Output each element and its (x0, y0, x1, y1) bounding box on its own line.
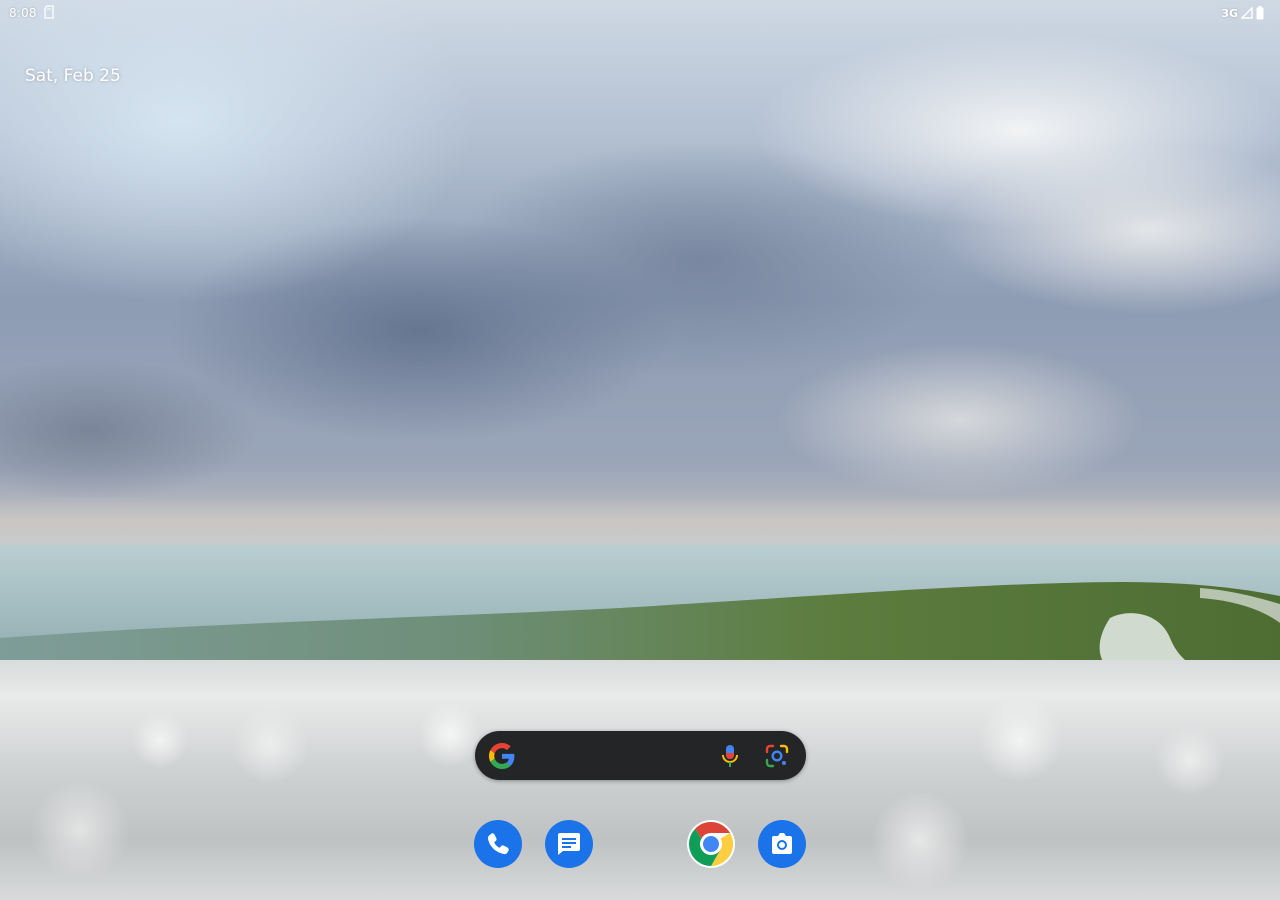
status-icons: 3G (1221, 5, 1264, 21)
camera-icon (758, 820, 806, 868)
battery-icon (1256, 6, 1264, 20)
chrome-app-icon[interactable] (687, 820, 735, 868)
network-type-label: 3G (1221, 6, 1238, 20)
camera-app-icon[interactable] (758, 820, 806, 868)
home-screen: 8:08 3G Sat, Feb 25 (0, 0, 1280, 900)
phone-icon (474, 820, 522, 868)
messages-icon (545, 820, 593, 868)
date-widget[interactable]: Sat, Feb 25 (25, 66, 121, 86)
chrome-icon (687, 820, 735, 868)
google-g-icon (489, 743, 515, 769)
status-bar: 8:08 3G (0, 0, 1280, 26)
sd-card-icon (44, 5, 54, 19)
mic-icon[interactable] (719, 744, 741, 768)
status-time: 8:08 (9, 6, 37, 20)
cell-signal-icon (1241, 7, 1253, 19)
google-search-bar[interactable] (475, 731, 806, 780)
messages-app-icon[interactable] (545, 820, 593, 868)
google-lens-icon[interactable] (764, 743, 790, 769)
phone-app-icon[interactable] (474, 820, 522, 868)
